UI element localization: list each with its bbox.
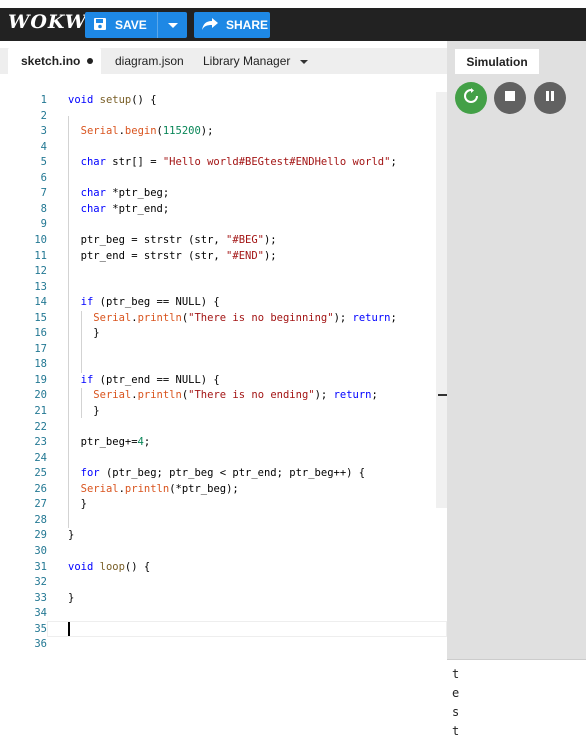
code-line[interactable]: void loop() { (68, 561, 150, 573)
code-line[interactable]: ptr_beg = strstr (str, "#BEG"); (68, 234, 277, 246)
line-number: 33 (34, 591, 47, 604)
line-number: 14 (34, 296, 47, 309)
line-number: 36 (34, 638, 47, 651)
line-number: 25 (34, 467, 47, 480)
serial-output-line: t (452, 667, 460, 681)
code-line[interactable]: for (ptr_beg; ptr_beg < ptr_end; ptr_beg… (68, 467, 365, 479)
line-number: 6 (40, 171, 47, 184)
stop-icon (504, 89, 516, 107)
code-line[interactable]: } (68, 529, 74, 541)
line-number: 31 (34, 560, 47, 573)
pause-icon (544, 89, 556, 107)
line-number: 15 (34, 311, 47, 324)
line-number: 1 (40, 94, 47, 106)
line-number: 17 (34, 342, 47, 355)
simulation-panel: Simulation (447, 41, 586, 659)
code-line[interactable]: char *ptr_beg; (68, 187, 170, 199)
code-line[interactable]: char *ptr_end; (68, 203, 170, 215)
code-line[interactable]: } (68, 592, 74, 604)
serial-output-line: e (452, 686, 460, 700)
line-number: 22 (34, 420, 47, 433)
scrollbar-marker (438, 394, 447, 396)
line-number: 20 (34, 389, 47, 402)
line-number: 23 (34, 436, 47, 449)
line-number: 26 (34, 482, 47, 495)
code-line[interactable]: ptr_end = strstr (str, "#END"); (68, 250, 277, 262)
line-number: 5 (40, 156, 47, 169)
code-editor[interactable]: 1 void setup() {2 3 Serial.begin(115200); 4… (0, 0, 447, 750)
line-number: 29 (34, 529, 47, 542)
line-number: 32 (34, 576, 47, 589)
tab-simulation[interactable]: Simulation (455, 49, 539, 74)
code-line[interactable]: Serial.println("There is no ending"); re… (68, 389, 378, 401)
code-line[interactable]: Serial.println(*ptr_beg); (68, 483, 239, 495)
code-line[interactable]: if (ptr_beg == NULL) { (68, 296, 220, 308)
line-number: 27 (34, 498, 47, 511)
line-number: 30 (34, 544, 47, 557)
line-number: 28 (34, 513, 47, 526)
line-number: 8 (40, 202, 47, 215)
code-line[interactable]: } (68, 327, 99, 339)
serial-output-line: t (452, 724, 460, 738)
line-number: 10 (34, 233, 47, 246)
line-number: 34 (34, 607, 47, 620)
line-number: 16 (34, 327, 47, 340)
line-number: 11 (34, 249, 47, 262)
code-line[interactable]: ptr_beg+=4; (68, 436, 151, 448)
text-cursor (68, 622, 70, 636)
code-line[interactable]: if (ptr_end == NULL) { (68, 374, 220, 386)
line-number: 24 (34, 451, 47, 464)
serial-monitor[interactable]: t e s t (447, 659, 586, 750)
line-number: 9 (40, 218, 47, 231)
serial-output-line: s (452, 705, 460, 719)
current-line-highlight (47, 621, 447, 637)
code-line[interactable]: char str[] = "Hello world#BEGtest#ENDHel… (68, 156, 397, 168)
restart-icon (463, 87, 479, 109)
pause-simulation-button[interactable] (534, 82, 566, 114)
line-number: 12 (34, 265, 47, 278)
restart-simulation-button[interactable] (455, 82, 487, 114)
scrollbar[interactable] (436, 92, 447, 508)
code-line[interactable]: } (68, 498, 87, 510)
code-line[interactable]: } (68, 405, 99, 417)
line-number: 18 (34, 358, 47, 371)
line-number: 4 (40, 140, 47, 153)
line-number: 7 (40, 187, 47, 200)
line-number: 3 (40, 125, 47, 138)
line-number: 2 (40, 109, 47, 122)
code-line[interactable]: Serial.println("There is no beginning");… (68, 312, 397, 324)
code-line[interactable]: void setup() { (68, 94, 157, 106)
code-line[interactable]: Serial.begin(115200); (68, 125, 214, 137)
line-number: 19 (34, 373, 47, 386)
line-number: 21 (34, 405, 47, 417)
stop-simulation-button[interactable] (494, 82, 526, 114)
line-number: 35 (34, 622, 47, 635)
line-number: 13 (34, 280, 47, 293)
